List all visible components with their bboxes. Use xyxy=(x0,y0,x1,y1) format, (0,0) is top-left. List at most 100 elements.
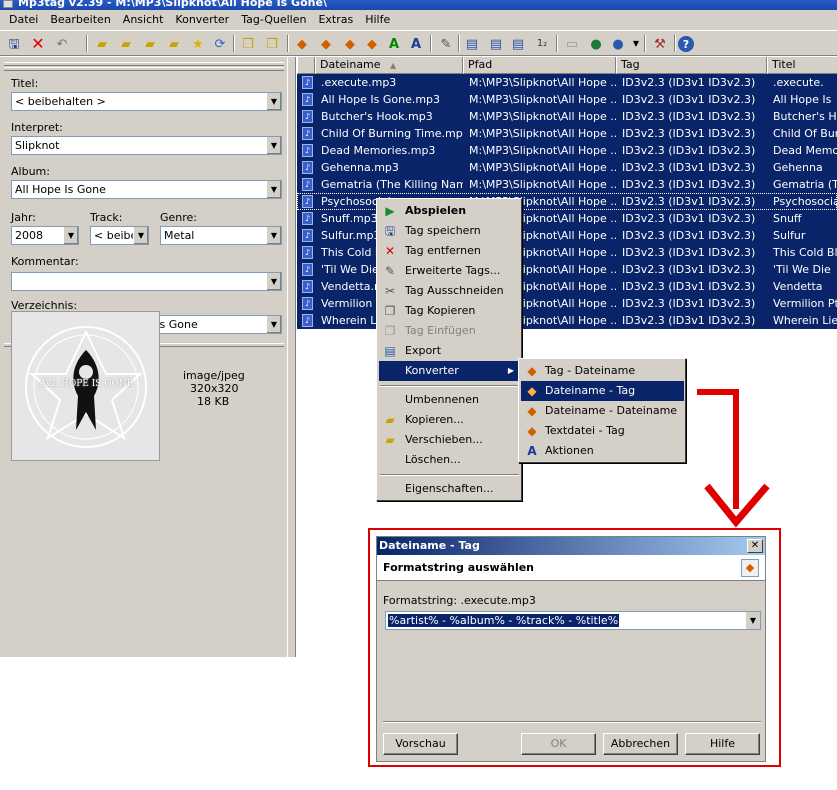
number-icon[interactable]: 1₂ xyxy=(532,34,552,54)
menu-item-tag-ausschneiden[interactable]: ✂ Tag Ausschneiden xyxy=(379,281,520,301)
kommentar-combo[interactable]: ▼ xyxy=(11,272,282,291)
column-tag[interactable]: Tag xyxy=(616,57,767,74)
paste-icon[interactable]: ❐ xyxy=(262,34,282,54)
table-row[interactable]: ♪ Gehenna.mp3 M:\MP3\Slipknot\All Hope ...… xyxy=(297,159,837,176)
menu-item-tag-speichern[interactable]: 🖫 Tag speichern xyxy=(379,221,520,241)
column-pfad[interactable]: Pfad xyxy=(463,57,616,74)
menu-konverter[interactable]: Konverter xyxy=(169,10,235,30)
chevron-down-icon[interactable]: ▼ xyxy=(266,181,281,198)
refresh-icon[interactable]: ⟳ xyxy=(210,34,230,54)
menu-bearbeiten[interactable]: Bearbeiten xyxy=(44,10,116,30)
genre-combo[interactable]: Metal ▼ xyxy=(160,226,282,245)
album-combo[interactable]: All Hope Is Gone ▼ xyxy=(11,180,282,199)
submenu-item-aktionen[interactable]: A Aktionen xyxy=(521,441,684,461)
jahr-combo[interactable]: 2008 ▼ xyxy=(11,226,79,245)
column-titel[interactable]: Titel xyxy=(767,57,837,74)
dropdown-arrow-icon[interactable]: ▼ xyxy=(626,34,646,54)
chevron-down-icon[interactable]: ▼ xyxy=(266,227,281,244)
table-row[interactable]: ♪ All Hope Is Gone.mp3 M:\MP3\Slipknot\All… xyxy=(297,91,837,108)
submenu-item-tag-dateiname[interactable]: ◆ Tag - Dateiname xyxy=(521,361,684,381)
undo-icon[interactable]: ↶ xyxy=(52,34,72,54)
menu-item-label: Tag Kopieren xyxy=(405,304,476,317)
menu-ansicht[interactable]: Ansicht xyxy=(117,10,170,30)
save-icon[interactable]: 🖫 xyxy=(4,34,24,54)
actions-icon: A xyxy=(527,444,537,458)
menu-item-verschieben[interactable]: ▰ Verschieben... xyxy=(379,430,520,450)
options-icon[interactable]: ⚒ xyxy=(650,34,670,54)
playlist-icon[interactable]: ▤ xyxy=(486,34,506,54)
filename-filename-icon[interactable]: ◆ xyxy=(340,34,360,54)
folder-icon[interactable]: ▰ xyxy=(140,34,160,54)
menu-item-kopieren[interactable]: ▰ Kopieren... xyxy=(379,410,520,430)
chevron-down-icon[interactable]: ▼ xyxy=(745,612,760,629)
menu-hilfe[interactable]: Hilfe xyxy=(359,10,396,30)
open-folder-icon[interactable]: ▰ xyxy=(92,34,112,54)
actions-icon[interactable]: A xyxy=(406,34,426,54)
table-row[interactable]: ♪ Gematria (The Killing Nam... M:\MP3\Slip… xyxy=(297,176,837,193)
help-icon[interactable]: ? xyxy=(678,36,694,52)
menu-item-konverter[interactable]: Konverter ▶ xyxy=(379,361,520,381)
panel-grip xyxy=(4,62,284,66)
delete-icon[interactable]: ✕ xyxy=(28,34,48,54)
column-dateiname-label: Dateiname xyxy=(320,58,381,71)
copy-icon[interactable]: ❐ xyxy=(238,34,258,54)
menu-item-abspielen[interactable]: ▶ Abspielen xyxy=(379,201,520,221)
chevron-down-icon[interactable]: ▼ xyxy=(266,316,281,333)
vorschau-button[interactable]: Vorschau xyxy=(383,733,458,755)
export-icon[interactable]: ▤ xyxy=(462,34,482,54)
add-folder-icon[interactable]: ▰ xyxy=(116,34,136,54)
favorite-star-icon[interactable]: ★ xyxy=(188,34,208,54)
window-title-bar: Mp3tag v2.39 - M:\MP3\Slipknot\All Hope … xyxy=(0,0,837,10)
menu-datei[interactable]: Datei xyxy=(3,10,44,30)
table-row[interactable]: ♪ .execute.mp3 M:\MP3\Slipknot\All Hope ..… xyxy=(297,74,837,91)
chevron-down-icon[interactable]: ▼ xyxy=(266,93,281,110)
titel-combo[interactable]: < beibehalten > ▼ xyxy=(11,92,282,111)
submenu-item-dateiname-dateiname[interactable]: ◆ Dateiname - Dateiname xyxy=(521,401,684,421)
table-row[interactable]: ♪ Butcher's Hook.mp3 M:\MP3\Slipknot\All H… xyxy=(297,108,837,125)
menu-item-tag-entfernen[interactable]: ✕ Tag entfernen xyxy=(379,241,520,261)
chevron-down-icon[interactable]: ▼ xyxy=(266,273,281,290)
column-dateiname[interactable]: Dateiname ▲ xyxy=(315,57,463,74)
extended-tags-icon[interactable]: ✎ xyxy=(436,34,456,54)
list-icon[interactable]: ▤ xyxy=(508,34,528,54)
web-source2-icon[interactable]: ● xyxy=(608,34,628,54)
print-icon[interactable]: ▭ xyxy=(562,34,582,54)
genre-value: Metal xyxy=(164,229,195,242)
chevron-down-icon[interactable]: ▼ xyxy=(266,137,281,154)
menu-item-umbenennen[interactable]: Umbennenen xyxy=(379,390,520,410)
chevron-down-icon[interactable]: ▼ xyxy=(133,227,148,244)
format-string-combo[interactable]: %artist% - %album% - %track% - %title% ▼ xyxy=(385,611,761,630)
menu-item-erweiterte-tags[interactable]: ✎ Erweiterte Tags... xyxy=(379,261,520,281)
panel-splitter[interactable] xyxy=(287,57,296,657)
submenu-item-textdatei-tag[interactable]: ◆ Textdatei - Tag xyxy=(521,421,684,441)
titel-value: < beibehalten > xyxy=(15,95,106,108)
abbrechen-button[interactable]: Abbrechen xyxy=(603,733,678,755)
actions-icon[interactable]: A xyxy=(384,34,404,54)
tag-filename-icon[interactable]: ◆ xyxy=(292,34,312,54)
app-icon xyxy=(3,0,13,8)
table-row[interactable]: ♪ Dead Memories.mp3 M:\MP3\Slipknot\All Ho… xyxy=(297,142,837,159)
submenu-item-dateiname-tag[interactable]: ◆ Dateiname - Tag xyxy=(521,381,684,401)
web-source-icon[interactable]: ● xyxy=(586,34,606,54)
table-row[interactable]: ♪ Child Of Burning Time.mp3 M:\MP3\Slipkno… xyxy=(297,125,837,142)
hilfe-button[interactable]: Hilfe xyxy=(685,733,760,755)
album-value: All Hope Is Gone xyxy=(15,183,106,196)
folder-up-icon[interactable]: ▰ xyxy=(164,34,184,54)
filename-tag-icon[interactable]: ◆ xyxy=(316,34,336,54)
chevron-down-icon[interactable]: ▼ xyxy=(63,227,78,244)
menu-extras[interactable]: Extras xyxy=(312,10,359,30)
menu-item-tag-kopieren[interactable]: ❐ Tag Kopieren xyxy=(379,301,520,321)
textfile-tag-icon[interactable]: ◆ xyxy=(362,34,382,54)
cell-tag: ID3v2.3 (ID3v1 ID3v2.3) xyxy=(622,263,756,276)
track-combo[interactable]: < beibehalten > ▼ xyxy=(90,226,149,245)
interpret-combo[interactable]: Slipknot ▼ xyxy=(11,136,282,155)
menu-tag-quellen[interactable]: Tag-Quellen xyxy=(235,10,312,30)
header-icon-column[interactable] xyxy=(297,57,315,74)
menu-item-export[interactable]: ▤ Export xyxy=(379,341,520,361)
menu-item-eigenschaften[interactable]: Eigenschaften... xyxy=(379,479,520,499)
close-icon[interactable]: ✕ xyxy=(747,539,763,553)
cell-tag: ID3v2.3 (ID3v1 ID3v2.3) xyxy=(622,161,756,174)
album-cover[interactable]: ALL HOPE IS GONE xyxy=(11,311,160,461)
cell-tag: ID3v2.3 (ID3v1 ID3v2.3) xyxy=(622,127,756,140)
menu-item-loeschen[interactable]: Löschen... xyxy=(379,450,520,470)
